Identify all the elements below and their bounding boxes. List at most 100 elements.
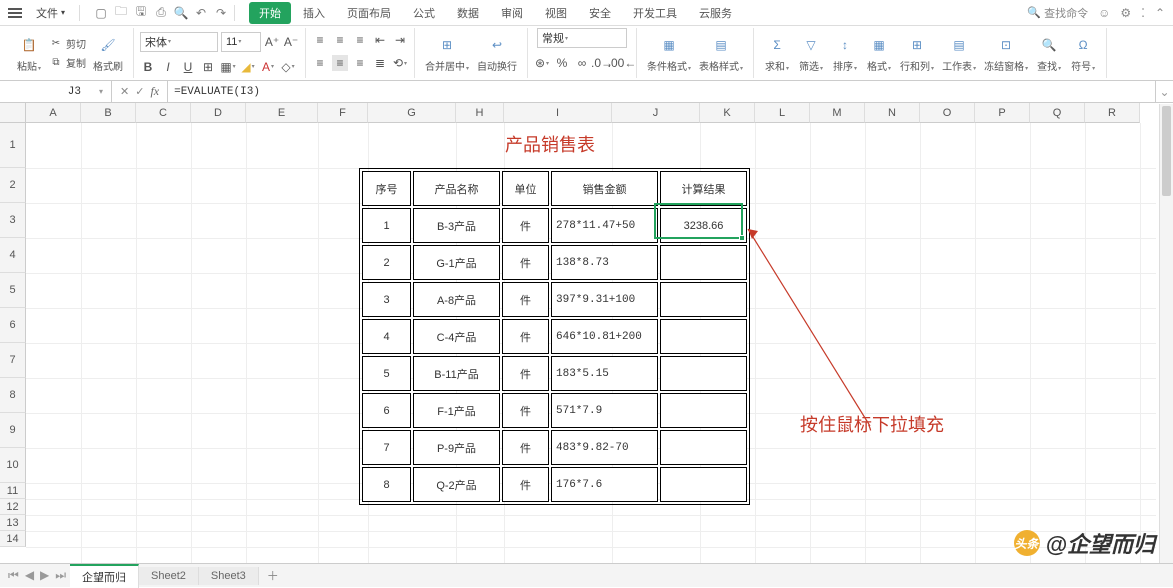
cell-name[interactable]: P-9产品 [413, 430, 500, 465]
smile-icon[interactable]: ☺ [1098, 6, 1110, 20]
cell-name[interactable]: G-1产品 [413, 245, 500, 280]
row-header[interactable]: 7 [0, 343, 26, 378]
cell-result[interactable] [660, 467, 747, 502]
bold-icon[interactable]: B [140, 59, 156, 75]
tab-view[interactable]: 视图 [535, 2, 577, 24]
table-style-button[interactable]: ▤表格样式 [695, 32, 747, 75]
worksheet-button[interactable]: ▤工作表 [938, 32, 980, 75]
open-icon[interactable]: 🗀 [114, 6, 128, 20]
spreadsheet-grid[interactable]: ABCDEFGHIJKLMNOPQR 1234567891011121314 产… [0, 103, 1173, 563]
tab-developer[interactable]: 开发工具 [623, 2, 687, 24]
format-painter-button[interactable]: 🖌格式刷 [89, 32, 127, 75]
freeze-button[interactable]: ⊡冻结窗格 [980, 32, 1032, 75]
add-sheet-button[interactable]: ＋ [259, 564, 287, 587]
cell-no[interactable]: 7 [362, 430, 411, 465]
cell-no[interactable]: 1 [362, 208, 411, 243]
border-icon[interactable]: ▦ [220, 59, 236, 75]
preview-icon[interactable]: 🔍 [174, 6, 188, 20]
align-top-icon[interactable]: ≡ [312, 32, 328, 48]
rowcol-button[interactable]: ⊞行和列 [896, 32, 938, 75]
cell-no[interactable]: 4 [362, 319, 411, 354]
column-header[interactable]: O [920, 103, 975, 123]
fx-icon[interactable]: fx [150, 84, 159, 99]
align-middle-icon[interactable]: ≡ [332, 32, 348, 48]
name-box[interactable]: J3 [0, 81, 112, 102]
row-header[interactable]: 1 [0, 123, 26, 168]
row-header[interactable]: 3 [0, 203, 26, 238]
align-bottom-icon[interactable]: ≡ [352, 32, 368, 48]
tab-formula[interactable]: 公式 [403, 2, 445, 24]
column-header[interactable]: I [504, 103, 612, 123]
italic-icon[interactable]: I [160, 59, 176, 75]
row-header[interactable]: 8 [0, 378, 26, 413]
column-header[interactable]: K [700, 103, 755, 123]
column-header[interactable]: G [368, 103, 456, 123]
cell-result[interactable] [660, 356, 747, 391]
cell-unit[interactable]: 件 [502, 430, 549, 465]
column-header[interactable]: H [456, 103, 504, 123]
cut-button[interactable]: ✂剪切 [46, 35, 89, 52]
align-right-icon[interactable]: ≡ [352, 55, 368, 71]
row-header[interactable]: 13 [0, 515, 26, 531]
cell-expr[interactable]: 183*5.15 [551, 356, 658, 391]
merge-button[interactable]: ⊞合并居中 [421, 32, 473, 75]
collapse-icon[interactable]: ⌃ [1155, 6, 1165, 20]
tab-insert[interactable]: 插入 [293, 2, 335, 24]
cell-name[interactable]: C-4产品 [413, 319, 500, 354]
undo-icon[interactable]: ↶ [194, 6, 208, 20]
column-header[interactable]: A [26, 103, 81, 123]
copy-button[interactable]: ⧉复制 [46, 54, 89, 71]
currency-icon[interactable]: ⊛ [534, 55, 550, 71]
tab-pagelayout[interactable]: 页面布局 [337, 2, 401, 24]
table-row[interactable]: 7P-9产品件483*9.82-70 [362, 430, 747, 465]
sum-button[interactable]: Σ求和 [760, 32, 794, 75]
font-name-select[interactable]: 宋体 [140, 32, 218, 52]
app-menu-icon[interactable] [8, 8, 22, 18]
row-header[interactable]: 12 [0, 499, 26, 515]
cell-expr[interactable]: 646*10.81+200 [551, 319, 658, 354]
cell-expr[interactable]: 397*9.31+100 [551, 282, 658, 317]
cell-result[interactable] [660, 319, 747, 354]
cell-result[interactable]: 3238.66 [660, 208, 747, 243]
cell-result[interactable] [660, 245, 747, 280]
cell-unit[interactable]: 件 [502, 393, 549, 428]
row-header[interactable]: 14 [0, 531, 26, 547]
cell-unit[interactable]: 件 [502, 467, 549, 502]
column-header[interactable]: D [191, 103, 246, 123]
table-row[interactable]: 1B-3产品件278*11.47+503238.66 [362, 208, 747, 243]
column-header[interactable]: N [865, 103, 920, 123]
column-header[interactable]: E [246, 103, 318, 123]
row-header[interactable]: 4 [0, 238, 26, 273]
row-header[interactable]: 11 [0, 483, 26, 499]
format-button[interactable]: ▦格式 [862, 32, 896, 75]
table-row[interactable]: 4C-4产品件646*10.81+200 [362, 319, 747, 354]
cell-name[interactable]: B-3产品 [413, 208, 500, 243]
cell-name[interactable]: F-1产品 [413, 393, 500, 428]
align-center-icon[interactable]: ≡ [332, 55, 348, 71]
autowrap-button[interactable]: ↩自动换行 [473, 32, 521, 75]
print-icon[interactable]: ⎙ [154, 6, 168, 20]
filter-button[interactable]: ▽筛选 [794, 32, 828, 75]
tab-cloud[interactable]: 云服务 [689, 2, 742, 24]
select-all-corner[interactable] [0, 103, 26, 123]
cell-name[interactable]: B-11产品 [413, 356, 500, 391]
indent-decrease-icon[interactable]: ⇤ [372, 32, 388, 48]
percent-icon[interactable]: % [554, 55, 570, 71]
tab-start[interactable]: 开始 [249, 2, 291, 24]
row-header[interactable]: 5 [0, 273, 26, 308]
formula-input[interactable]: =EVALUATE(I3) [168, 81, 1155, 102]
settings-icon[interactable]: ⚙ [1120, 6, 1131, 20]
column-header[interactable]: C [136, 103, 191, 123]
column-header[interactable]: B [81, 103, 136, 123]
cell-no[interactable]: 6 [362, 393, 411, 428]
column-header[interactable]: M [810, 103, 865, 123]
accept-formula-icon[interactable]: ✓ [135, 85, 144, 98]
indent-increase-icon[interactable]: ⇥ [392, 32, 408, 48]
decrease-decimal-icon[interactable]: .00← [614, 55, 630, 71]
cell-unit[interactable]: 件 [502, 245, 549, 280]
cell-no[interactable]: 8 [362, 467, 411, 502]
symbol-button[interactable]: Ω符号 [1066, 32, 1100, 75]
row-header[interactable]: 6 [0, 308, 26, 343]
vertical-scrollbar[interactable] [1159, 104, 1173, 563]
cell-result[interactable] [660, 393, 747, 428]
